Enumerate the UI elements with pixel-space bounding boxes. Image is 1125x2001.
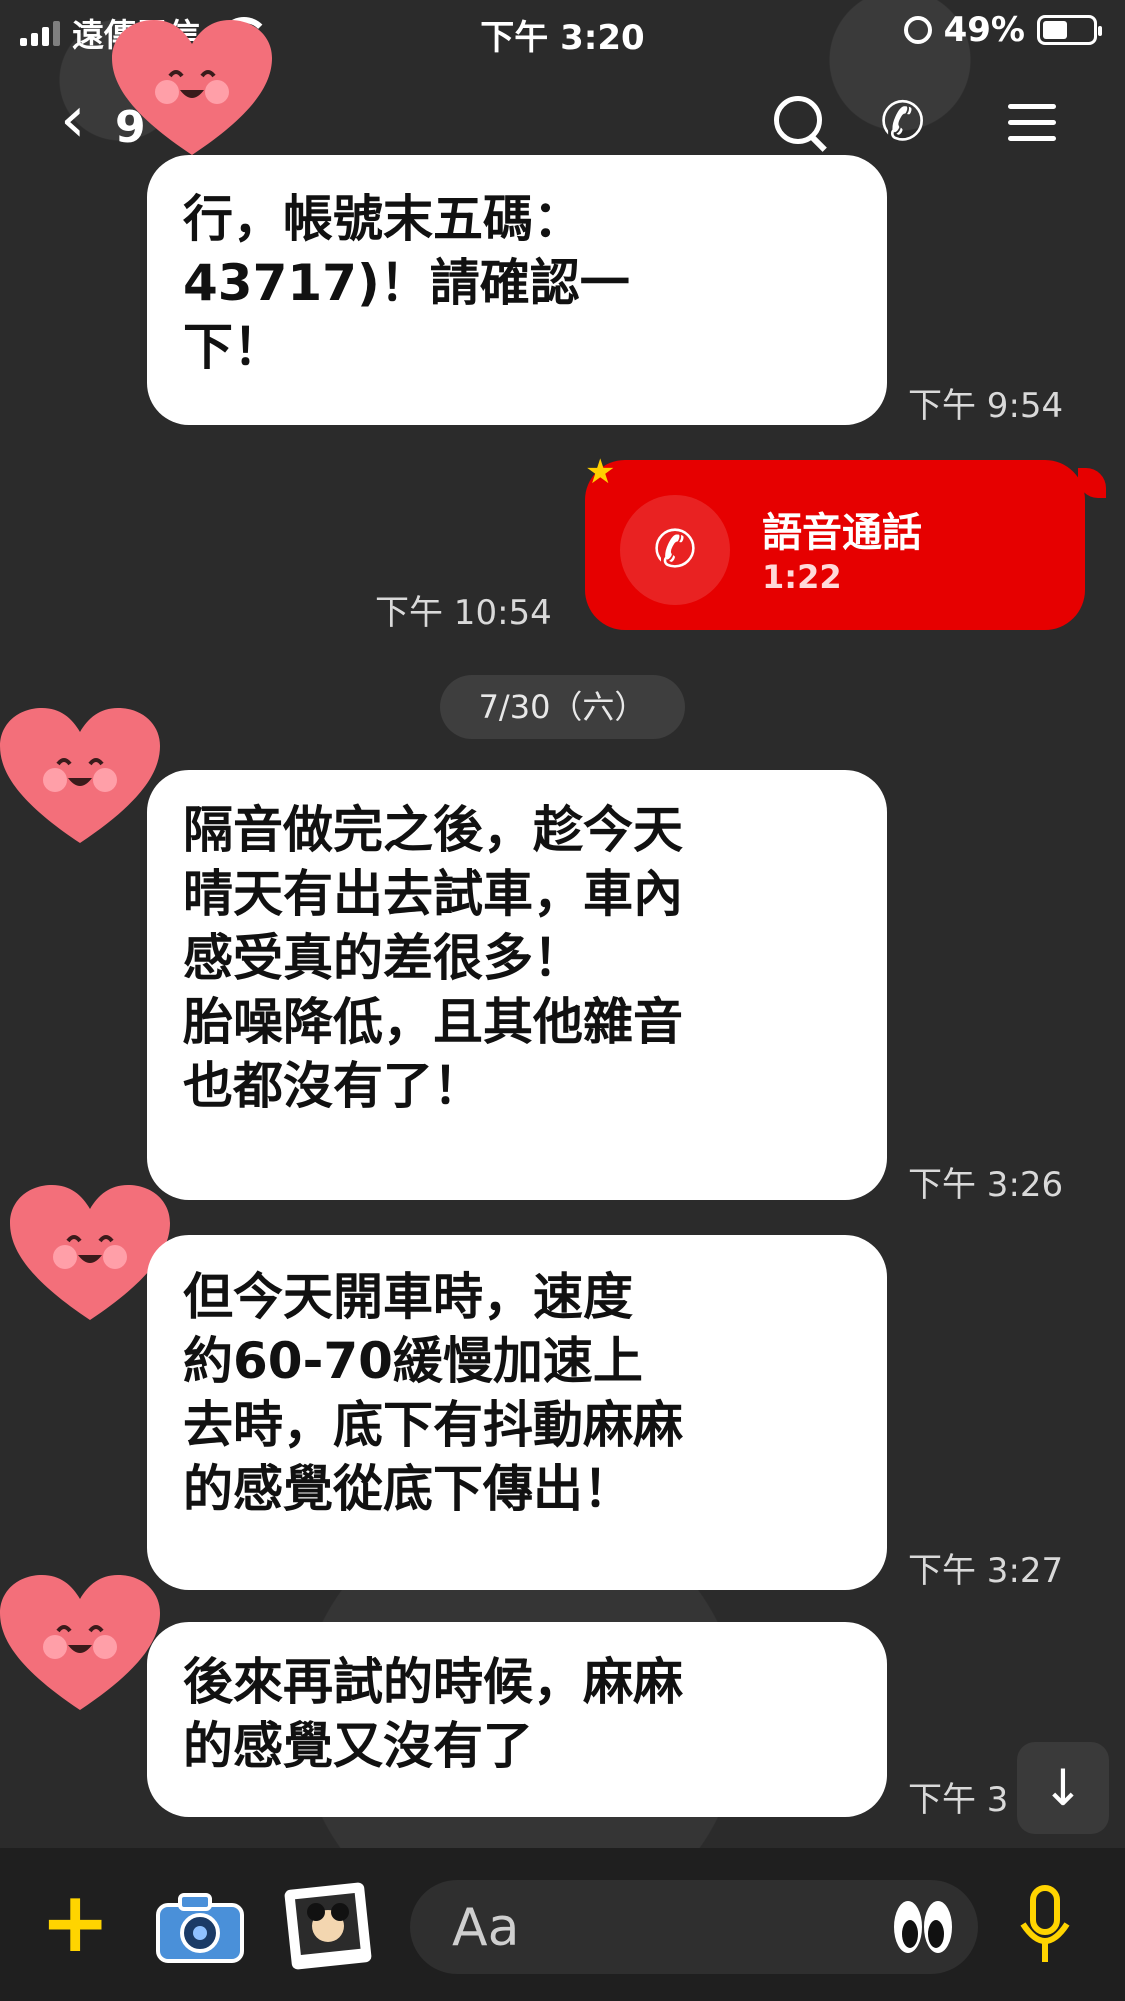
emoji-icon[interactable] [890, 1892, 956, 1962]
heart-avatar-icon[interactable] [0, 1575, 160, 1715]
message-text: 隔音做完之後，趁今天 晴天有出去試車，車內 感受真的差很多！ 胎噪降低，且其他雜… [183, 801, 683, 1115]
plus-icon[interactable]: + [40, 1880, 110, 1964]
message-input-placeholder: Aa [452, 1898, 520, 1958]
back-button[interactable]: ‹ [60, 88, 100, 152]
message-time: 下午 3:27 [908, 1551, 1064, 1591]
battery-icon [1037, 15, 1102, 45]
phone-icon[interactable]: ✆ [880, 90, 944, 154]
star-icon: ★ [585, 452, 616, 492]
heart-avatar-icon[interactable] [0, 708, 160, 848]
message-time: 下午 10:54 [375, 593, 552, 633]
message-bubble[interactable]: 後來再試的時候，麻麻 的感覺又沒有了 [147, 1622, 887, 1817]
photo-icon[interactable] [282, 1880, 374, 1972]
call-label: 語音通話 [762, 510, 922, 556]
heart-sticker-icon [112, 20, 272, 160]
message-text: 後來再試的時候，麻麻 的感覺又沒有了 [183, 1653, 683, 1775]
microphone-icon[interactable] [1015, 1880, 1075, 1974]
message-bubble[interactable]: 行，帳號末五碼： 43717)！請確認一 下！ [147, 155, 887, 425]
message-time: 下午 9:54 [908, 386, 1064, 426]
rotation-lock-icon [903, 16, 932, 44]
message-bubble[interactable]: 隔音做完之後，趁今天 晴天有出去試車，車內 感受真的差很多！ 胎噪降低，且其他雜… [147, 770, 887, 1200]
heart-avatar-icon[interactable] [10, 1185, 170, 1325]
message-time: 下午 3:26 [908, 1165, 1064, 1205]
message-time: 下午 3 [908, 1780, 1009, 1820]
menu-icon[interactable] [1000, 90, 1064, 154]
call-duration: 1:22 [762, 558, 842, 596]
phone-call-icon: ✆ [620, 495, 730, 605]
camera-icon[interactable] [150, 1885, 250, 1965]
date-separator: 7/30（六） [440, 675, 685, 739]
scroll-down-button[interactable]: ↓ [1017, 1742, 1109, 1834]
message-bubble[interactable]: 但今天開車時，速度 約60-70緩慢加速上 去時，底下有抖動麻麻 的感覺從底下傳… [147, 1235, 887, 1590]
status-right: 49% [903, 10, 1102, 50]
battery-percent: 49% [943, 10, 1025, 50]
message-text: 但今天開車時，速度 約60-70緩慢加速上 去時，底下有抖動麻麻 的感覺從底下傳… [183, 1268, 683, 1518]
search-icon[interactable] [768, 90, 832, 154]
message-text: 行，帳號末五碼： 43717)！請確認一 下！ [183, 190, 630, 376]
